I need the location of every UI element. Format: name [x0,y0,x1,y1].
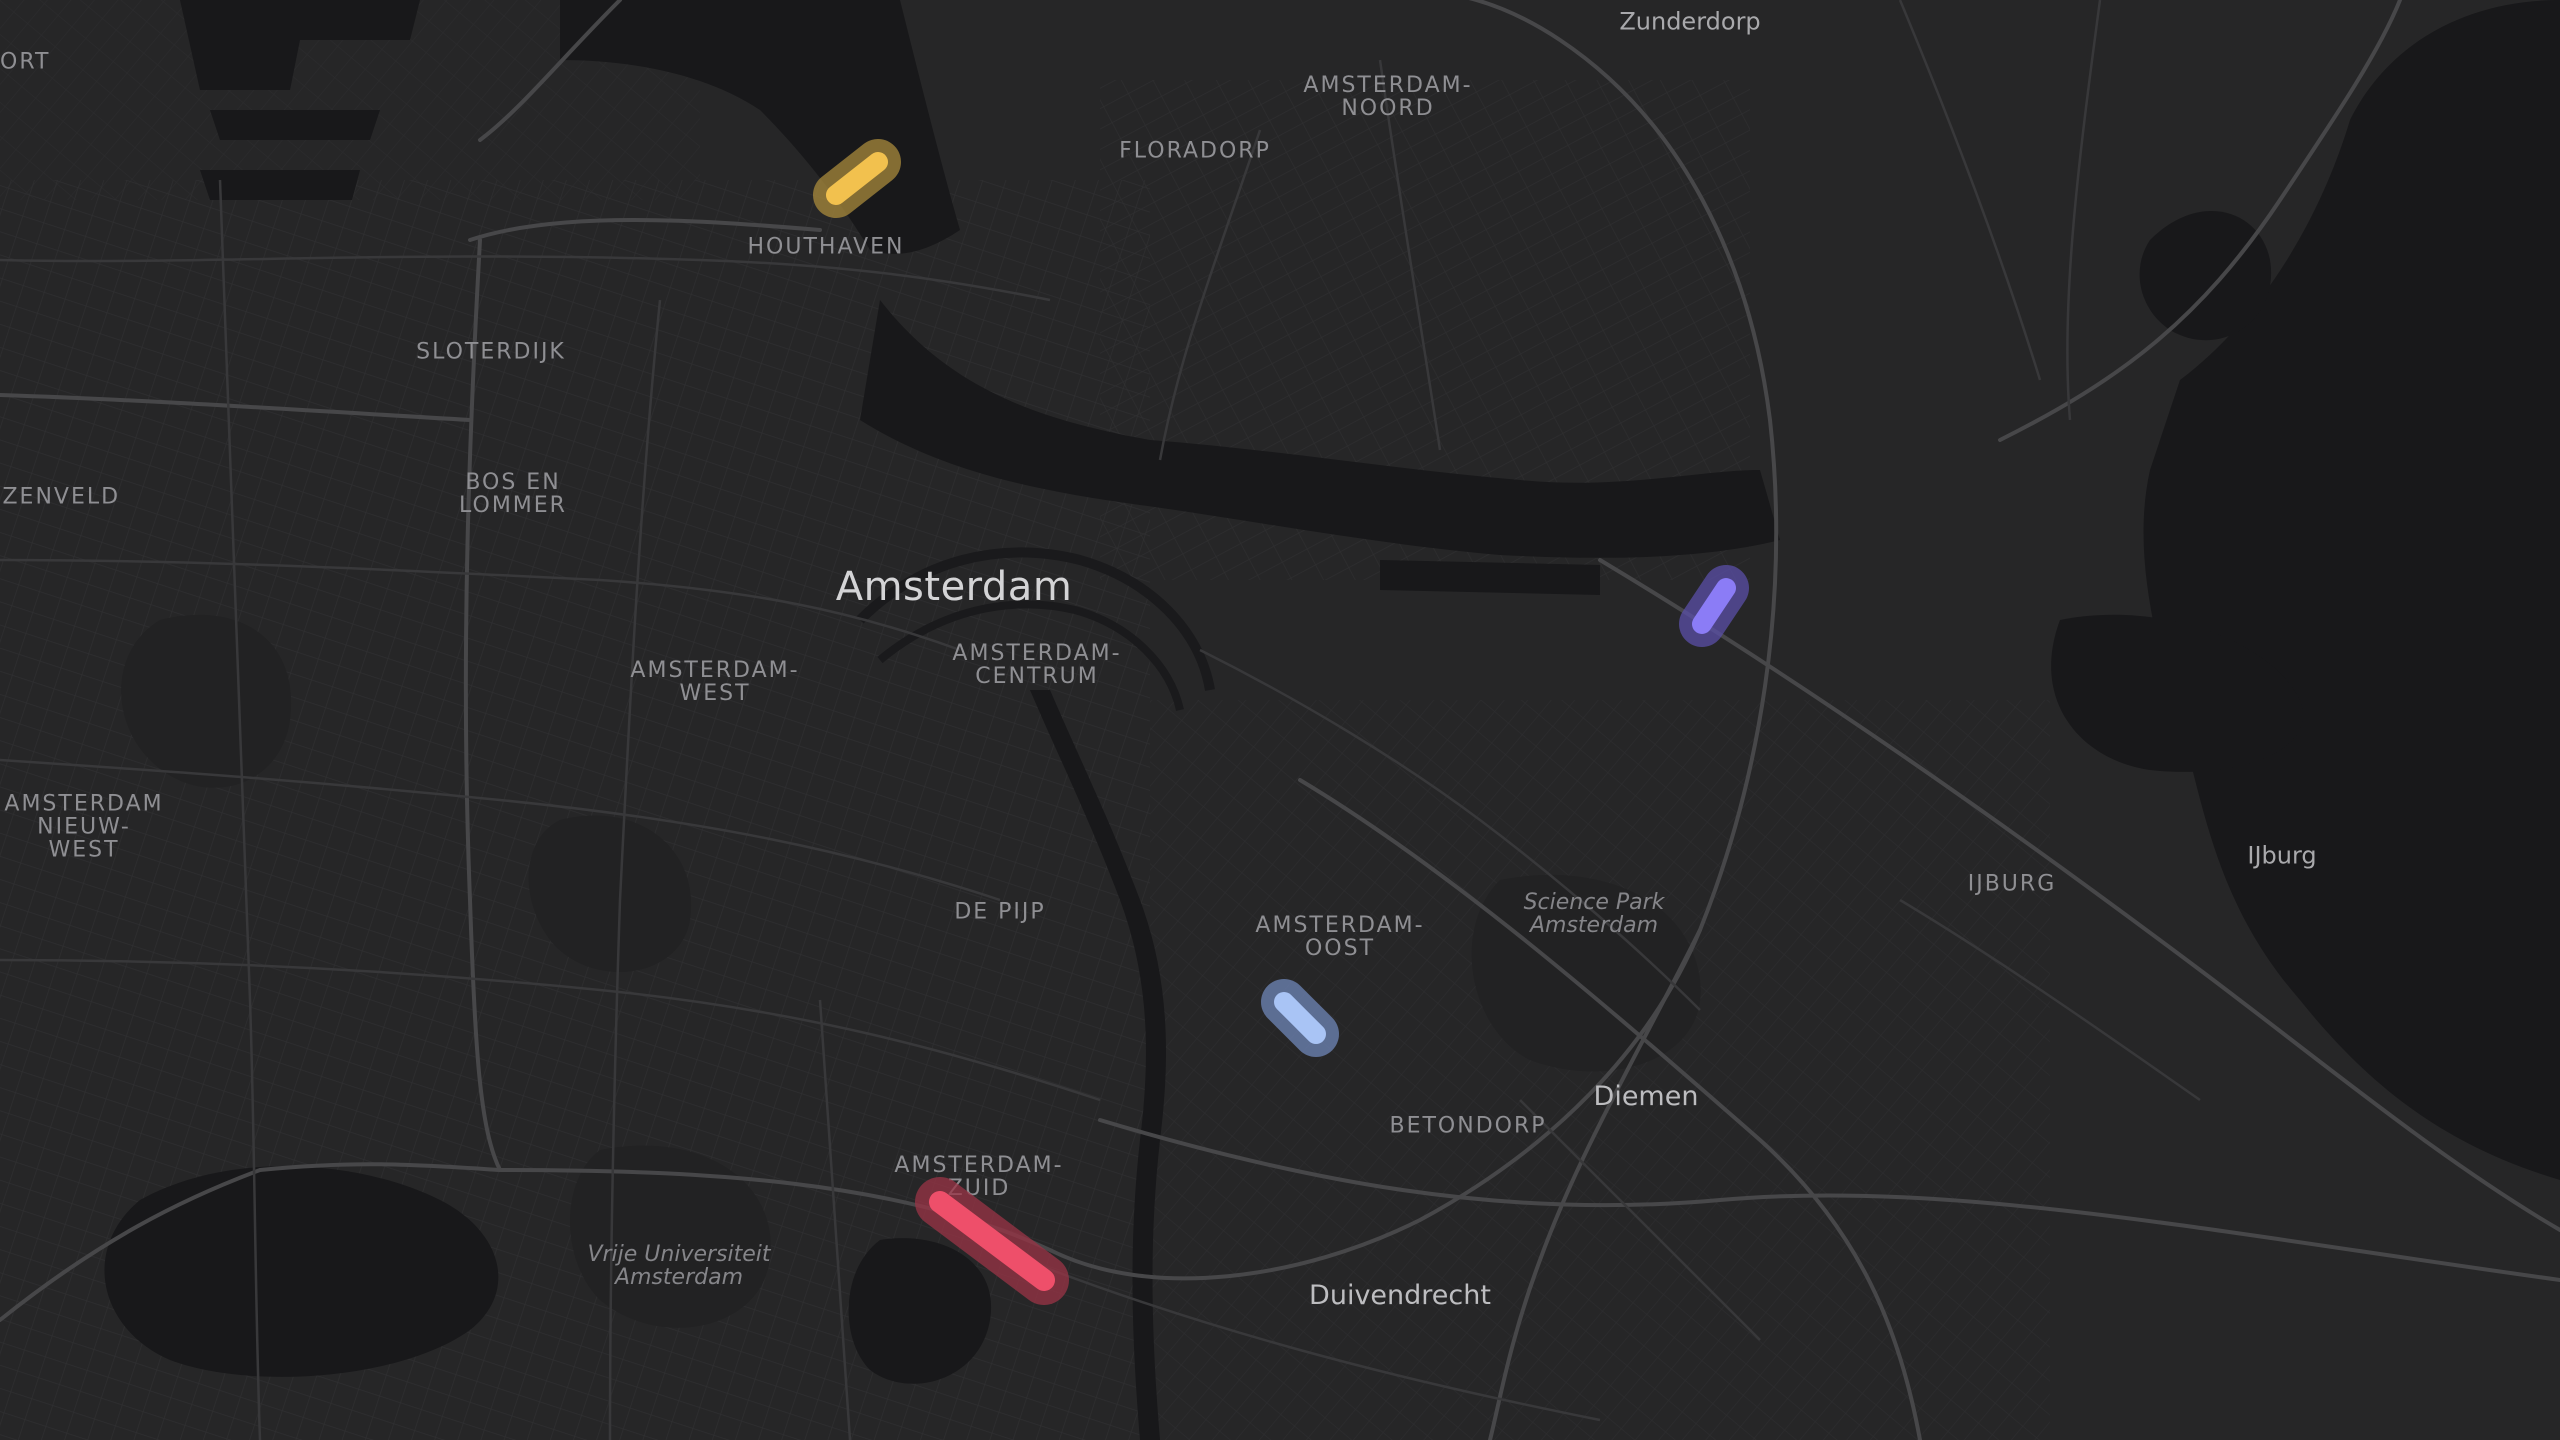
map-canvas[interactable]: Zunderdorp AMSTERDAM- NOORD FLORADORP HO… [0,0,2560,1440]
map-base-layer [0,0,2560,1440]
